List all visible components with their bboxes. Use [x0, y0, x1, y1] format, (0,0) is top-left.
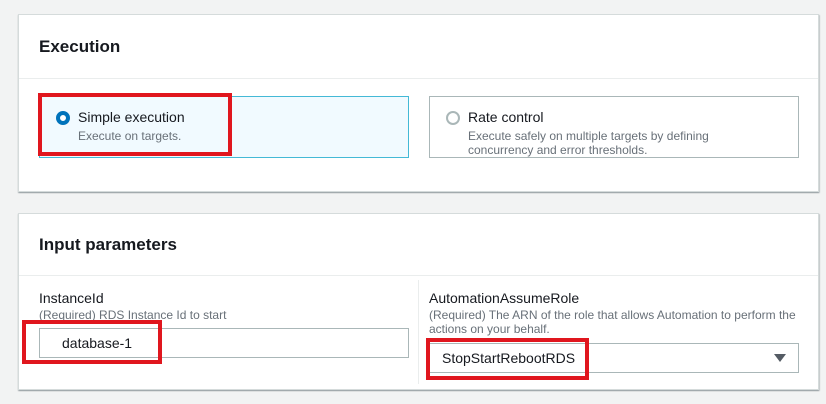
- simple-execution-option[interactable]: Simple execution Execute on targets.: [39, 96, 409, 158]
- automation-assume-role-label: AutomationAssumeRole: [429, 290, 580, 306]
- instance-id-input[interactable]: database-1: [39, 328, 409, 358]
- rate-control-label: Rate control: [468, 109, 544, 125]
- simple-execution-label: Simple execution: [78, 109, 185, 125]
- automation-assume-role-value: StopStartRebootRDS: [442, 350, 576, 366]
- caret-down-icon[interactable]: [774, 354, 786, 362]
- input-parameters-panel: Input parameters InstanceId (Required) R…: [18, 213, 819, 390]
- input-parameters-title: Input parameters: [39, 234, 177, 254]
- instance-id-label: InstanceId: [39, 290, 104, 306]
- input-parameters-header: Input parameters: [19, 214, 818, 276]
- column-divider: [418, 280, 419, 384]
- execution-panel: Execution Simple execution Execute on ta…: [18, 14, 819, 192]
- execution-title: Execution: [39, 36, 121, 56]
- instance-id-field-group: InstanceId (Required) RDS Instance Id to…: [39, 290, 409, 322]
- automation-assume-role-field-group: AutomationAssumeRole (Required) The ARN …: [429, 290, 799, 336]
- automation-assume-role-description: (Required) The ARN of the role that allo…: [429, 308, 796, 336]
- simple-execution-radio[interactable]: [56, 111, 70, 125]
- rate-control-option[interactable]: Rate control Execute safely on multiple …: [429, 96, 799, 158]
- automation-assume-role-select[interactable]: StopStartRebootRDS: [429, 343, 799, 373]
- execution-header: Execution: [19, 15, 818, 79]
- rate-control-description: Execute safely on multiple targets by de…: [468, 129, 709, 157]
- rate-control-radio[interactable]: [446, 111, 460, 125]
- simple-execution-description: Execute on targets.: [78, 129, 182, 143]
- instance-id-description: (Required) RDS Instance Id to start: [39, 308, 227, 322]
